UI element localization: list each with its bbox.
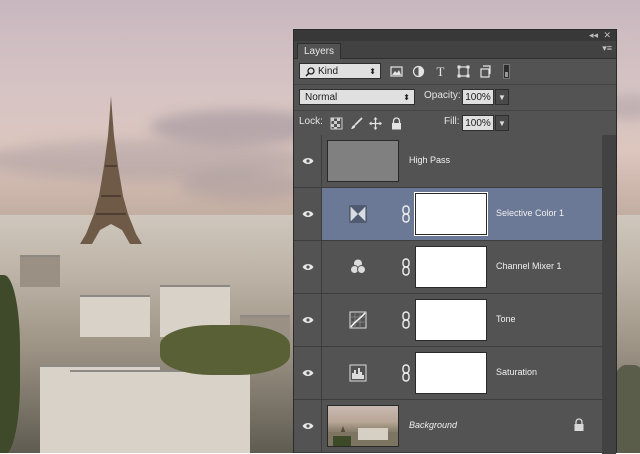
link-icon[interactable] (399, 311, 413, 329)
opacity-label: Opacity: (424, 90, 461, 101)
curves-adjustment-icon (349, 311, 367, 329)
layer-mask-thumbnail[interactable] (415, 299, 487, 341)
layer-name: Background (409, 420, 458, 430)
layer-thumbnail (327, 405, 399, 447)
visibility-toggle[interactable] (294, 400, 322, 452)
layer-tone[interactable]: Tone (294, 294, 603, 347)
opacity-dropdown-button[interactable]: ▼ (495, 89, 509, 105)
fill-field[interactable]: 100% (462, 115, 494, 131)
collapse-icon[interactable]: ◂◂ (589, 30, 598, 41)
filter-toggle-icon[interactable] (503, 64, 510, 79)
layer-mask-thumbnail[interactable] (415, 246, 487, 288)
blend-mode-value: Normal (305, 92, 338, 103)
layer-mask-thumbnail[interactable] (415, 352, 487, 394)
lock-icon (574, 418, 584, 431)
layers-panel: ◂◂ ✕ Layers ▾≡ Kind ⬍ T Normal ⬍ Opacity… (293, 29, 617, 454)
lock-all-icon[interactable] (390, 117, 403, 130)
channel-mixer-adjustment-icon (350, 259, 366, 274)
levels-adjustment-icon (349, 364, 367, 382)
eye-icon (302, 317, 314, 323)
fill-label: Fill: (444, 116, 460, 127)
eye-icon (302, 370, 314, 376)
link-icon[interactable] (399, 364, 413, 382)
lock-transparent-pixels-icon[interactable] (330, 117, 343, 130)
layers-list: High Pass Selective Color 1 Channel Mixe… (294, 135, 603, 454)
visibility-toggle[interactable] (294, 294, 322, 346)
scrollbar-track[interactable] (602, 135, 616, 454)
visibility-toggle[interactable] (294, 347, 322, 399)
filter-row: Kind ⬍ T (294, 59, 616, 85)
type-filter-icon[interactable]: T (434, 65, 447, 78)
adjustment-filter-icon[interactable] (412, 65, 425, 78)
shape-filter-icon[interactable] (457, 65, 470, 78)
filter-kind-label: Kind (318, 66, 339, 77)
image-filter-icon[interactable] (390, 65, 403, 78)
eye-icon (302, 158, 314, 164)
lock-image-pixels-icon[interactable] (350, 117, 363, 130)
search-icon (305, 67, 315, 77)
eye-icon (302, 423, 314, 429)
eiffel-tower (80, 96, 142, 244)
lock-label: Lock: (299, 116, 323, 127)
updown-arrows-icon: ⬍ (369, 67, 376, 76)
layer-mask-thumbnail[interactable] (414, 192, 488, 236)
tab-row: Layers ▾≡ (294, 41, 616, 59)
link-icon[interactable] (399, 258, 413, 276)
layer-name: High Pass (409, 155, 451, 165)
visibility-toggle[interactable] (294, 188, 322, 240)
eye-icon (302, 264, 314, 270)
fill-dropdown-button[interactable]: ▼ (495, 115, 509, 131)
opacity-field[interactable]: 100% (462, 89, 494, 105)
tab-layers[interactable]: Layers (297, 43, 342, 59)
layer-channel-mixer[interactable]: Channel Mixer 1 (294, 241, 603, 294)
layer-background[interactable]: Background (294, 400, 603, 453)
updown-arrows-icon: ⬍ (403, 93, 410, 102)
layer-name: Tone (496, 314, 516, 324)
close-icon[interactable]: ✕ (603, 30, 611, 41)
layer-name: Saturation (496, 367, 538, 377)
eye-icon (302, 211, 314, 217)
layer-saturation[interactable]: Saturation (294, 347, 603, 400)
panel-titlebar: ◂◂ ✕ (294, 30, 616, 41)
blend-row: Normal ⬍ Opacity: 100% ▼ (294, 85, 616, 111)
blend-mode-select[interactable]: Normal ⬍ (299, 89, 415, 105)
link-icon[interactable] (399, 205, 413, 223)
smart-object-filter-icon[interactable] (479, 65, 492, 78)
selective-color-adjustment-icon (349, 205, 367, 223)
layer-name: Selective Color 1 (496, 208, 565, 218)
visibility-toggle[interactable] (294, 241, 322, 293)
layer-selective-color[interactable]: Selective Color 1 (294, 188, 603, 241)
filter-kind-select[interactable]: Kind ⬍ (299, 63, 381, 79)
layer-high-pass[interactable]: High Pass (294, 135, 603, 188)
lock-position-icon[interactable] (369, 117, 382, 130)
layer-name: Channel Mixer 1 (496, 261, 562, 271)
lock-row: Lock: Fill: 100% ▼ (294, 111, 616, 137)
visibility-toggle[interactable] (294, 135, 322, 187)
panel-menu-icon[interactable]: ▾≡ (602, 43, 612, 54)
layer-thumbnail (327, 140, 399, 182)
